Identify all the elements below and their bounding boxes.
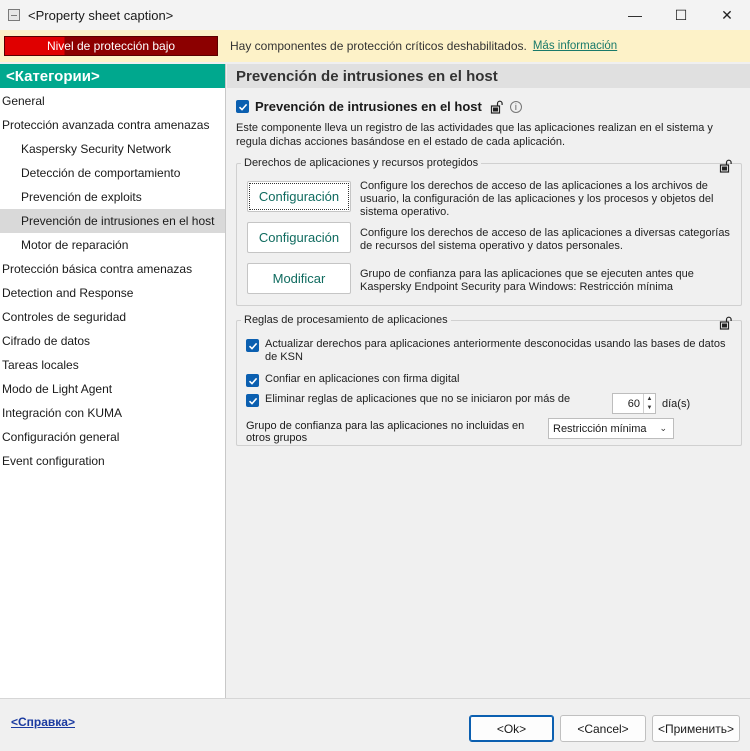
close-button[interactable]: ✕ (704, 0, 750, 30)
days-value[interactable]: 60 (613, 398, 643, 410)
window-controls: — ☐ ✕ (612, 0, 750, 30)
trust-group-selected-value: Restricción mínima (553, 422, 647, 435)
delete-rules-row: Eliminar reglas de aplicaciones que no s… (246, 393, 570, 407)
chevron-down-icon: ⌄ (659, 423, 667, 433)
apply-button[interactable]: <Применить> (652, 715, 740, 742)
sidebar-item-data-encryption[interactable]: Cifrado de datos (0, 329, 225, 353)
delete-rules-checkbox[interactable] (246, 394, 259, 407)
resource-rights-configure-button[interactable]: Configuración (247, 222, 351, 253)
sidebar-item-kuma-integration[interactable]: Integración con KUMA (0, 401, 225, 425)
maximize-button[interactable]: ☐ (658, 0, 704, 30)
delete-rules-label: Eliminar reglas de aplicaciones que no s… (265, 393, 571, 405)
sidebar-item-behavior-detection[interactable]: Detección de comportamiento (0, 161, 225, 185)
sidebar-item-essential-threat-protection[interactable]: Protección básica contra amenazas (0, 257, 225, 281)
stepper-arrows: ▲ ▼ (643, 394, 655, 413)
warning-message: Hay componentes de protección críticos d… (230, 39, 527, 53)
window-icon (8, 9, 20, 21)
cancel-button[interactable]: <Cancel> (560, 715, 646, 742)
settings-panel: Prevención de intrusiones en el host Pre… (227, 64, 750, 698)
trust-signed-row: Confiar en aplicaciones con firma digita… (246, 373, 459, 387)
sidebar-item-detection-response[interactable]: Detection and Response (0, 281, 225, 305)
minimize-button[interactable]: — (612, 0, 658, 30)
check-icon (248, 377, 257, 385)
component-title: Prevención de intrusiones en el host (255, 99, 482, 114)
component-enabled-checkbox[interactable] (236, 100, 249, 113)
categories-sidebar: <Категории> General Protección avanzada … (0, 64, 226, 698)
info-icon[interactable]: i (509, 100, 522, 113)
days-unit-label: día(s) (662, 398, 691, 410)
sidebar-item-advanced-threat-protection[interactable]: Protección avanzada contra amenazas (0, 113, 225, 137)
update-ksn-row: Actualizar derechos para aplicaciones an… (246, 338, 726, 364)
categories-list: General Protección avanzada contra amena… (0, 89, 225, 473)
ok-button[interactable]: <Ok> (469, 715, 554, 742)
days-stepper[interactable]: 60 ▲ ▼ (612, 393, 656, 414)
rights-group-legend: Derechos de aplicaciones y recursos prot… (244, 157, 479, 169)
sidebar-item-general[interactable]: General (0, 89, 225, 113)
check-icon (238, 103, 247, 111)
sidebar-item-ksn[interactable]: Kaspersky Security Network (0, 137, 225, 161)
dialog-footer: <Справка> <Ok> <Cancel> <Применить> (0, 698, 750, 751)
file-rights-description: Configure los derechos de acceso de las … (360, 180, 714, 218)
component-toggle-row: Prevención de intrusiones en el host i (236, 99, 522, 114)
sidebar-item-general-settings[interactable]: Configuración general (0, 425, 225, 449)
app-rules-group: Reglas de procesamiento de aplicaciones … (236, 314, 742, 446)
rights-group: Derechos de aplicaciones y recursos prot… (236, 157, 742, 306)
file-rights-configure-button[interactable]: Configuración (247, 181, 351, 212)
update-ksn-checkbox[interactable] (246, 339, 259, 352)
startup-trust-group-description: Grupo de confianza para las aplicaciones… (360, 268, 694, 293)
protection-warning-bar: Nivel de protección bajo Hay componentes… (0, 30, 750, 62)
trust-signed-label: Confiar en aplicaciones con firma digita… (265, 373, 460, 385)
protection-level-badge: Nivel de protección bajo (4, 36, 218, 56)
update-ksn-label: Actualizar derechos para aplicaciones an… (265, 338, 726, 363)
sidebar-item-exploit-prevention[interactable]: Prevención de exploits (0, 185, 225, 209)
app-rules-group-legend: Reglas de procesamiento de aplicaciones (244, 314, 448, 326)
sidebar-item-local-tasks[interactable]: Tareas locales (0, 353, 225, 377)
resource-rights-description: Configure los derechos de acceso de las … (360, 227, 730, 252)
stepper-up-icon[interactable]: ▲ (644, 394, 655, 404)
startup-trust-group-modify-button[interactable]: Modificar (247, 263, 351, 294)
trust-signed-checkbox[interactable] (246, 374, 259, 387)
sidebar-item-remediation-engine[interactable]: Motor de reparación (0, 233, 225, 257)
window-title: <Property sheet caption> (28, 7, 174, 23)
more-info-link[interactable]: Más información (533, 40, 617, 52)
check-icon (248, 397, 257, 405)
trust-group-select[interactable]: Restricción mínima ⌄ (548, 418, 674, 439)
sidebar-item-event-configuration[interactable]: Event configuration (0, 449, 225, 473)
sidebar-item-host-intrusion-prevention[interactable]: Prevención de intrusiones en el host (0, 209, 225, 233)
sidebar-item-security-controls[interactable]: Controles de seguridad (0, 305, 225, 329)
trust-group-label: Grupo de confianza para las aplicaciones… (246, 420, 525, 444)
component-description: Este componente lleva un registro de las… (236, 122, 713, 148)
title-bar: <Property sheet caption> — ☐ ✕ (0, 0, 750, 30)
lock-icon[interactable] (719, 159, 733, 173)
check-icon (248, 342, 257, 350)
lock-icon[interactable] (490, 100, 504, 114)
page-title: Prevención de intrusiones en el host (227, 64, 750, 88)
sidebar-item-light-agent-mode[interactable]: Modo de Light Agent (0, 377, 225, 401)
lock-icon[interactable] (719, 316, 733, 330)
help-link[interactable]: <Справка> (11, 715, 75, 729)
stepper-down-icon[interactable]: ▼ (644, 404, 655, 414)
categories-header: <Категории> (0, 64, 225, 88)
